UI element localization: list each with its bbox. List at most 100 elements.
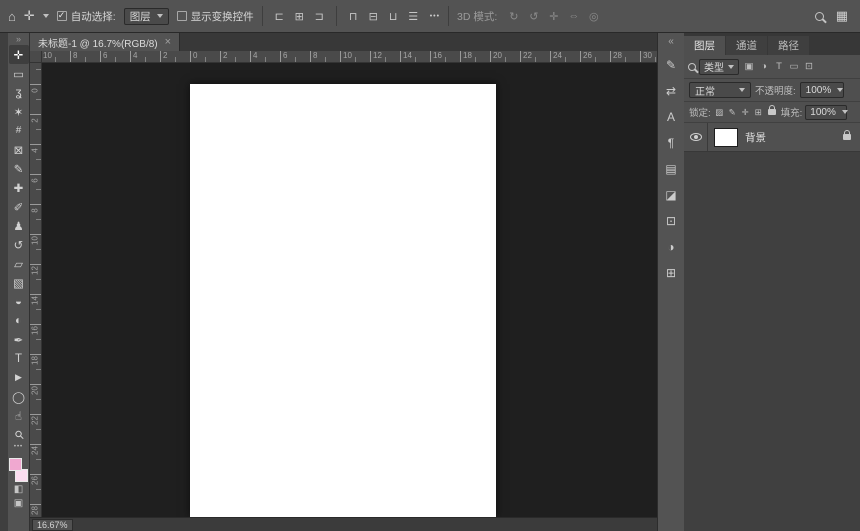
opacity-dropdown[interactable]: 100% xyxy=(799,82,844,98)
screen-mode-icon[interactable]: ▣ xyxy=(9,496,29,510)
layer-list: 背景 xyxy=(684,123,860,531)
current-tool-icon[interactable]: ✛ xyxy=(24,8,35,24)
filter-shape-layers-icon[interactable]: ▭ xyxy=(787,59,801,74)
layer-search-icon[interactable] xyxy=(688,62,696,71)
tab-channels[interactable]: 通道 xyxy=(726,36,767,55)
3d-pan-icon[interactable]: ✛ xyxy=(545,7,562,25)
blend-mode-dropdown[interactable]: 正常 xyxy=(689,82,751,98)
horizontal-type-tool[interactable]: T xyxy=(9,349,29,368)
brush-tool[interactable]: ✐ xyxy=(9,197,29,216)
blur-tool[interactable]: ◒ xyxy=(9,292,29,311)
clone-source-panel-icon[interactable]: ⇄ xyxy=(661,82,681,99)
more-align-options-icon[interactable]: ••• xyxy=(430,13,440,20)
quick-mask-icon[interactable]: ◧ xyxy=(9,482,29,496)
show-transform-checkbox[interactable]: 显示变换控件 xyxy=(176,9,254,24)
lock-all-icon[interactable] xyxy=(767,105,778,119)
align-bottom-icon[interactable]: ⊔ xyxy=(385,7,402,25)
canvas-document[interactable] xyxy=(190,84,496,517)
character-panel-icon[interactable]: A xyxy=(661,108,681,125)
layer-thumbnail[interactable] xyxy=(714,127,738,147)
home-icon[interactable]: ⌂ xyxy=(8,9,16,24)
photoshop-window: ⌂ ✛ 自动选择: 图层 显示变换控件 ⊏⊞⊐ ⊓⊟⊔☰ ••• 3D 模式: … xyxy=(0,0,860,531)
align-left-icon[interactable]: ⊏ xyxy=(271,7,288,25)
history-brush-tool[interactable]: ↺ xyxy=(9,235,29,254)
fill-dropdown[interactable]: 100% xyxy=(805,104,848,120)
auto-select-target-dropdown[interactable]: 图层 xyxy=(123,7,169,25)
filter-adjustment-layers-icon[interactable]: ◑ xyxy=(757,59,771,74)
layer-visibility-toggle[interactable] xyxy=(684,123,708,151)
lasso-tool[interactable]: ʓ xyxy=(9,83,29,102)
frame-tool[interactable]: ⊠ xyxy=(9,140,29,159)
layer-row[interactable]: 背景 xyxy=(684,123,860,152)
foreground-color-swatch[interactable] xyxy=(8,458,22,471)
align-top-icon[interactable]: ⊓ xyxy=(345,7,362,25)
gradients-panel-icon[interactable]: ◪ xyxy=(661,186,681,203)
lock-artboard-icon[interactable]: ⊞ xyxy=(753,106,764,119)
zoom-tool[interactable]: ⚲ xyxy=(5,421,33,449)
3d-panel-icon[interactable]: ⊞ xyxy=(661,264,681,281)
tab-layers[interactable]: 图层 xyxy=(684,36,725,55)
eraser-tool[interactable]: ▱ xyxy=(9,254,29,273)
3d-mode-icons-group: ↻ ↺ ✛ ⇔ ◎ xyxy=(505,7,602,25)
checkbox-icon xyxy=(56,10,67,21)
move-tool[interactable]: ✛ xyxy=(8,45,29,64)
workspace-switcher-icon[interactable]: ▦ xyxy=(836,8,848,24)
crop-tool[interactable]: # xyxy=(9,121,29,140)
filter-pixel-layers-icon[interactable]: ▣ xyxy=(742,59,756,74)
document-tab[interactable]: 未标题-1 @ 16.7%(RGB/8) × xyxy=(30,33,181,51)
filter-kind-dropdown[interactable]: 类型 xyxy=(699,58,739,75)
ellipse-tool[interactable]: ◯ xyxy=(9,387,29,406)
eyedropper-tool[interactable]: ✎ xyxy=(9,159,29,178)
canvas-area[interactable] xyxy=(42,63,657,517)
distribute-icon[interactable]: ☰ xyxy=(405,7,422,25)
zoom-level-field[interactable]: 16.67% xyxy=(32,518,73,531)
collapse-panels-icon[interactable]: « xyxy=(661,36,681,47)
tool-bar: » ✛ ▭ ʓ ✶ # ⊠ ✎ ✚ ✐ ♟ ↺ ▱ ▧ ◒ ◐ ✒ T ▶ ◯ ☝ ⚲ ••• ◧ ▣ xyxy=(8,33,30,531)
chevron-down-icon xyxy=(728,64,734,69)
pen-tool[interactable]: ✒ xyxy=(9,330,29,349)
3d-zoom-icon[interactable]: ◎ xyxy=(585,7,602,25)
ruler-corner xyxy=(30,51,42,63)
dodge-tool[interactable]: ◐ xyxy=(9,311,29,330)
3d-roll-icon[interactable]: ↺ xyxy=(525,7,542,25)
swatches-panel-icon[interactable]: ▤ xyxy=(661,160,681,177)
chevron-down-icon xyxy=(156,14,163,18)
lock-paint-icon[interactable]: ✎ xyxy=(727,106,738,119)
align-right-icon[interactable]: ⊐ xyxy=(311,7,328,25)
tab-paths[interactable]: 路径 xyxy=(768,36,809,55)
spot-healing-brush-tool[interactable]: ✚ xyxy=(9,178,29,197)
tool-preset-caret-icon[interactable] xyxy=(42,14,49,18)
filter-kind-value: 类型 xyxy=(704,63,724,74)
tab-close-icon[interactable]: × xyxy=(165,36,171,48)
path-selection-tool[interactable]: ▶ xyxy=(9,368,29,387)
opacity-label: 不透明度: xyxy=(755,86,796,97)
filter-icons-group: ▣ ◑ T ▭ ⊡ xyxy=(742,59,816,74)
3d-orbit-icon[interactable]: ↻ xyxy=(505,7,522,25)
filter-smart-objects-icon[interactable]: ⊡ xyxy=(802,59,816,74)
panel-tab-bar: 图层 通道 路径 xyxy=(684,33,860,55)
search-icon[interactable] xyxy=(814,11,824,21)
rectangular-marquee-tool[interactable]: ▭ xyxy=(9,64,29,83)
lock-transparency-icon[interactable]: ▨ xyxy=(714,106,725,119)
gradient-tool[interactable]: ▧ xyxy=(9,273,29,292)
clone-stamp-tool[interactable]: ♟ xyxy=(9,216,29,235)
fill-label: 填充: xyxy=(780,108,803,119)
paragraph-panel-icon[interactable]: ¶ xyxy=(661,134,681,151)
layer-lock-icon xyxy=(843,130,851,140)
brush-settings-panel-icon[interactable]: ✎ xyxy=(661,56,681,73)
filter-type-layers-icon[interactable]: T xyxy=(772,59,786,74)
align-center-horizontal-icon[interactable]: ⊞ xyxy=(291,7,308,25)
toolbar-expand-icon[interactable]: » xyxy=(16,34,21,45)
auto-select-checkbox[interactable]: 自动选择: xyxy=(56,9,116,24)
lock-position-icon[interactable]: ✛ xyxy=(740,106,751,119)
blend-mode-value: 正常 xyxy=(695,86,715,98)
chevron-down-icon xyxy=(837,88,844,92)
align-middle-icon[interactable]: ⊟ xyxy=(365,7,382,25)
opacity-value: 100% xyxy=(805,84,832,96)
color-swatches xyxy=(8,458,29,482)
libraries-panel-icon[interactable]: ⊡ xyxy=(661,212,681,229)
quick-selection-tool[interactable]: ✶ xyxy=(9,102,29,121)
3d-slide-icon[interactable]: ⇔ xyxy=(565,7,582,25)
adjustments-panel-icon[interactable]: ◑ xyxy=(661,238,681,255)
panel-dock: « ✎ ⇄ A ¶ ▤ ◪ ⊡ ◑ ⊞ xyxy=(657,33,684,531)
